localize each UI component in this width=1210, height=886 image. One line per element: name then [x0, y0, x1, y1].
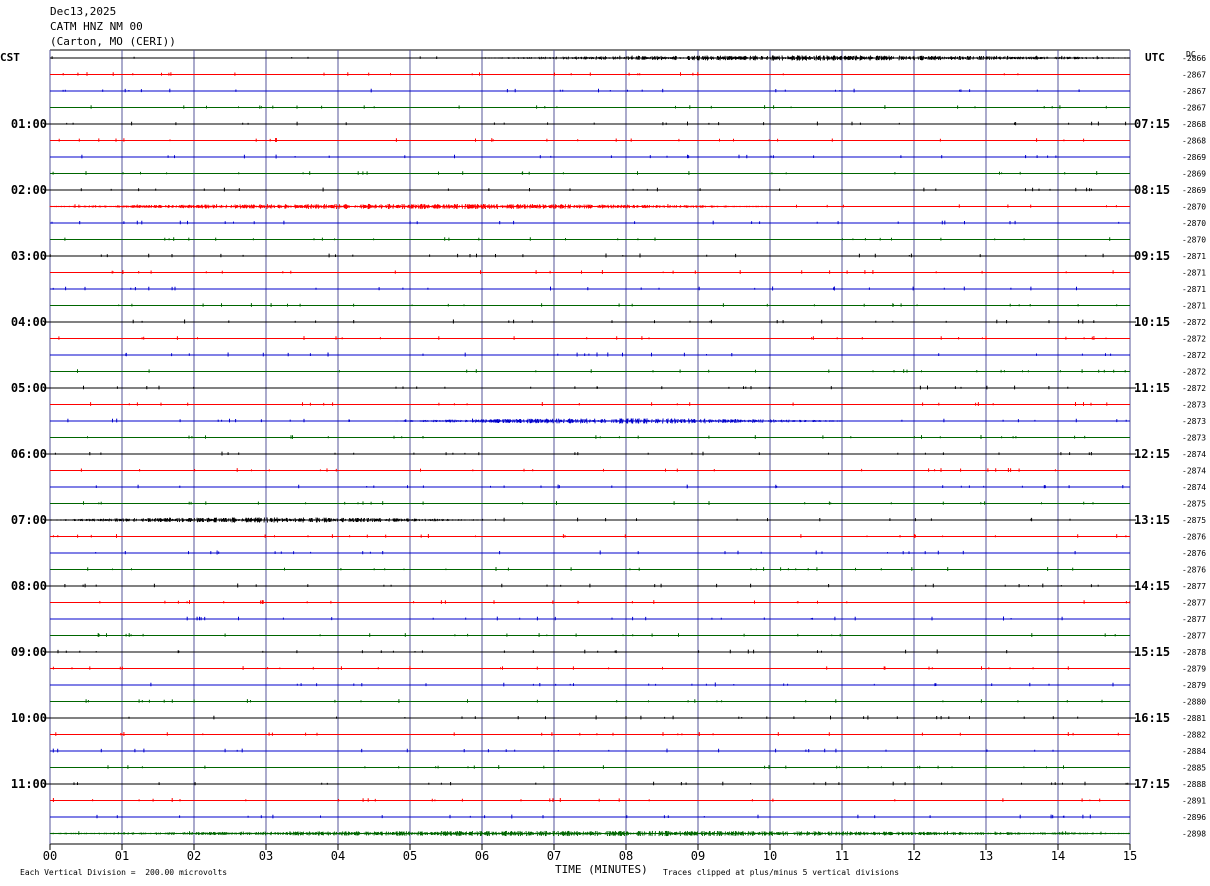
station-location: (Carton, MO (CERI)) — [50, 35, 176, 48]
cst-hour-label: 08:00 — [11, 579, 47, 593]
utc-hour-label: 07:15 — [1134, 117, 1170, 131]
dc-value: -2873 — [1182, 401, 1206, 410]
utc-hour-label: 12:15 — [1134, 447, 1170, 461]
right-timezone-label: UTC — [1145, 51, 1165, 64]
dc-value: -2868 — [1182, 137, 1206, 146]
cst-hour-label: 04:00 — [11, 315, 47, 329]
x-tick-label: 04 — [331, 849, 345, 863]
cst-hour-label: 05:00 — [11, 381, 47, 395]
cst-hour-label: 11:00 — [11, 777, 47, 791]
utc-hour-label: 16:15 — [1134, 711, 1170, 725]
dc-value: -2872 — [1182, 368, 1206, 377]
dc-value: -2871 — [1182, 285, 1206, 294]
x-tick-label: 09 — [691, 849, 705, 863]
cst-hour-label: 06:00 — [11, 447, 47, 461]
dc-value: -2878 — [1182, 648, 1206, 657]
x-tick-label: 02 — [187, 849, 201, 863]
dc-value: -2885 — [1182, 764, 1206, 773]
cst-hour-label: 09:00 — [11, 645, 47, 659]
dc-value: -2869 — [1182, 170, 1206, 179]
dc-value: -2872 — [1182, 351, 1206, 360]
dc-value: -2874 — [1182, 467, 1206, 476]
cst-hour-label: 10:00 — [11, 711, 47, 725]
dc-value: -2869 — [1182, 153, 1206, 162]
dc-value: -2881 — [1182, 714, 1206, 723]
dc-value: -2884 — [1182, 747, 1206, 756]
dc-value: -2876 — [1182, 533, 1206, 542]
dc-value: -2896 — [1182, 813, 1206, 822]
dc-value: -2871 — [1182, 269, 1206, 278]
x-tick-label: 01 — [115, 849, 129, 863]
utc-hour-label: 09:15 — [1134, 249, 1170, 263]
dc-value: -2876 — [1182, 566, 1206, 575]
x-axis-title: TIME (MINUTES) — [555, 863, 648, 876]
utc-hour-label: 10:15 — [1134, 315, 1170, 329]
dc-value: -2872 — [1182, 384, 1206, 393]
dc-value: -2867 — [1182, 87, 1206, 96]
x-tick-label: 06 — [475, 849, 489, 863]
x-tick-label: 13 — [979, 849, 993, 863]
dc-value: -2898 — [1182, 830, 1206, 839]
dc-value: -2870 — [1182, 219, 1206, 228]
cst-hour-label: 03:00 — [11, 249, 47, 263]
x-tick-label: 05 — [403, 849, 417, 863]
x-tick-label: 12 — [907, 849, 921, 863]
dc-value: -2876 — [1182, 549, 1206, 558]
utc-hour-label: 15:15 — [1134, 645, 1170, 659]
plot-date: Dec13,2025 — [50, 5, 117, 18]
utc-hour-label: 14:15 — [1134, 579, 1170, 593]
x-tick-label: 11 — [835, 849, 849, 863]
x-tick-label: 03 — [259, 849, 273, 863]
dc-value: -2867 — [1182, 71, 1206, 80]
dc-value: -2874 — [1182, 450, 1206, 459]
dc-value: -2879 — [1182, 665, 1206, 674]
x-tick-label: 08 — [619, 849, 633, 863]
dc-value: -2877 — [1182, 599, 1206, 608]
utc-hour-label: 17:15 — [1134, 777, 1170, 791]
x-tick-label: 10 — [763, 849, 777, 863]
dc-value: -2871 — [1182, 302, 1206, 311]
dc-value: -2872 — [1182, 318, 1206, 327]
dc-value: -2867 — [1182, 104, 1206, 113]
x-tick-label: 15 — [1123, 849, 1137, 863]
cst-hour-label: 01:00 — [11, 117, 47, 131]
helicorder-plot: 00 01 02 03 04 05 06 07 08 09 10 11 12 13 14 15-2866-28… — [11, 49, 1206, 863]
utc-hour-label: 13:15 — [1134, 513, 1170, 527]
x-tick-label: 00 — [43, 849, 57, 863]
cst-hour-label: 07:00 — [11, 513, 47, 527]
dc-value: -2877 — [1182, 615, 1206, 624]
utc-hour-label: 08:15 — [1134, 183, 1170, 197]
dc-value: -2879 — [1182, 681, 1206, 690]
dc-column-label: DC — [1186, 50, 1196, 59]
dc-value: -2880 — [1182, 698, 1206, 707]
station-id: CATM HNZ NM 00 — [50, 20, 143, 33]
dc-value: -2888 — [1182, 780, 1206, 789]
dc-value: -2874 — [1182, 483, 1206, 492]
dc-value: -2873 — [1182, 434, 1206, 443]
dc-value: -2873 — [1182, 417, 1206, 426]
dc-value: -2872 — [1182, 335, 1206, 344]
left-timezone-label: CST — [0, 51, 20, 64]
dc-value: -2875 — [1182, 516, 1206, 525]
dc-value: -2882 — [1182, 731, 1206, 740]
dc-value: -2870 — [1182, 203, 1206, 212]
dc-value: -2877 — [1182, 582, 1206, 591]
dc-value: -2891 — [1182, 797, 1206, 806]
dc-value: -2869 — [1182, 186, 1206, 195]
scale-note: Each Vertical Division = 200.00 microvol… — [20, 868, 228, 877]
dc-value: -2871 — [1182, 252, 1206, 261]
dc-value: -2868 — [1182, 120, 1206, 129]
x-tick-label: 14 — [1051, 849, 1065, 863]
dc-value: -2877 — [1182, 632, 1206, 641]
clip-note: Traces clipped at plus/minus 5 vertical … — [663, 868, 900, 877]
utc-hour-label: 11:15 — [1134, 381, 1170, 395]
x-tick-label: 07 — [547, 849, 561, 863]
dc-value: -2875 — [1182, 500, 1206, 509]
dc-value: -2870 — [1182, 236, 1206, 245]
cst-hour-label: 02:00 — [11, 183, 47, 197]
